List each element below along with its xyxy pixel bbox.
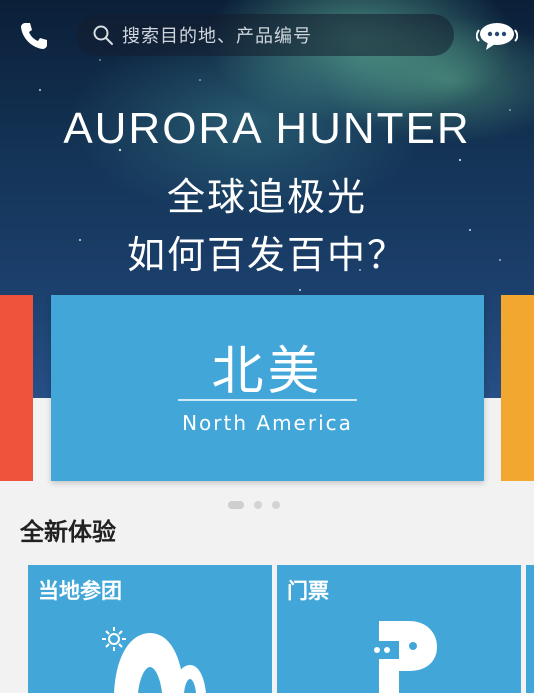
card-title-zh: 北美 [211,342,324,402]
pagination-dot-active[interactable] [228,501,244,509]
carousel-card-next[interactable] [501,295,534,481]
pagination-dot[interactable] [272,501,280,509]
search-icon [93,25,113,45]
tile-next-partial[interactable] [526,565,534,693]
carousel-pagination [228,501,280,509]
banner-subtitle-1: 全球追极光 [166,175,367,219]
tile-label: 当地参团 [38,579,122,603]
tile-tickets[interactable]: 门票 [277,565,521,693]
tile-local-tour[interactable]: 当地参团 [28,565,272,693]
search-bar[interactable]: 搜索目的地、产品编号 [76,14,454,56]
tent-sun-icon [102,627,206,693]
card-title-en: North America [182,411,353,435]
region-carousel[interactable]: 北美 North America [0,295,534,485]
top-bar: 搜索目的地、产品编号 [0,0,534,70]
tile-label: 门票 [287,579,329,603]
carousel-card-previous[interactable] [0,295,33,481]
banner-title: AURORA HUNTER [63,104,471,153]
section-title: 全新体验 [20,518,116,546]
ticket-p-icon [369,621,437,693]
phone-icon[interactable] [18,20,50,52]
search-placeholder: 搜索目的地、产品编号 [122,26,312,47]
chat-bubble-icon[interactable] [475,20,519,52]
pagination-dot[interactable] [254,501,262,509]
banner-subtitle-2: 如何百发百中？ [126,233,407,277]
card-divider [178,399,357,401]
carousel-card-north-america[interactable]: 北美 North America [51,295,484,481]
